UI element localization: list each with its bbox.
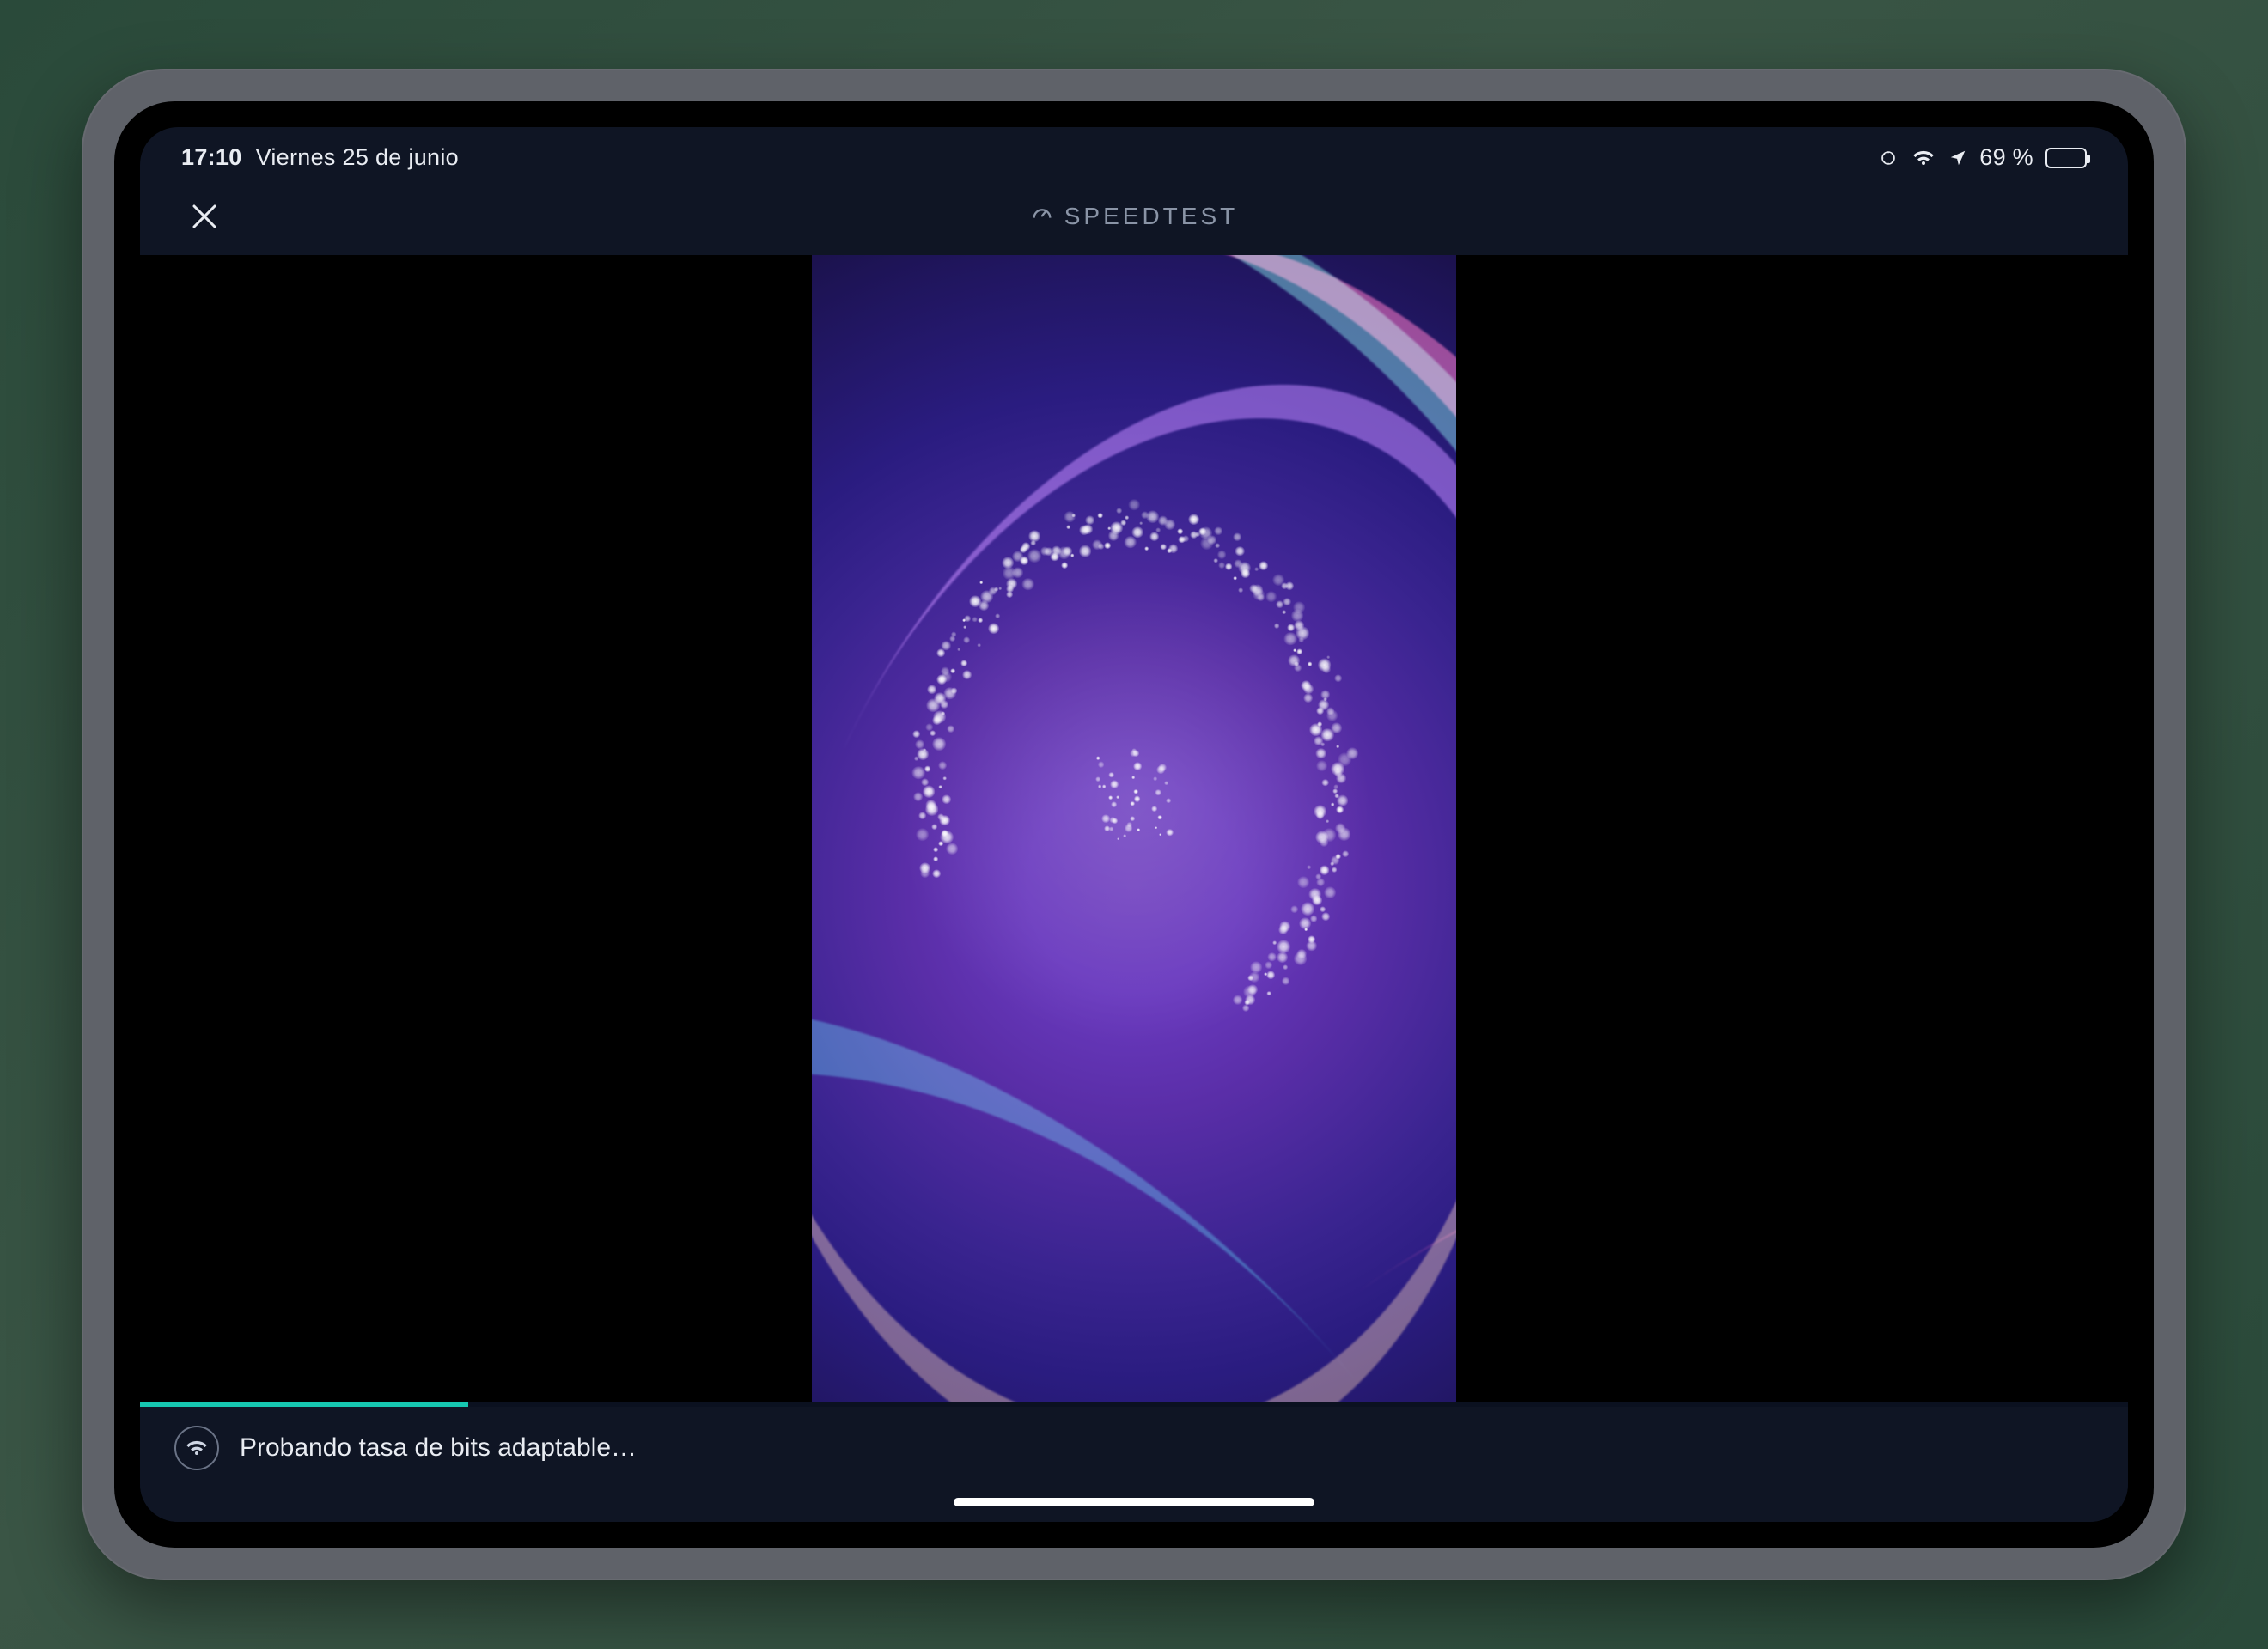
status-bar: 17:10 Viernes 25 de junio [140, 127, 2128, 178]
ipad-bezel: 17:10 Viernes 25 de junio [114, 101, 2154, 1548]
battery-percent-text: 69 % [1979, 144, 2033, 171]
progress-bar[interactable] [140, 1402, 2128, 1407]
dnd-icon [1878, 148, 1899, 168]
video-frame [812, 255, 1457, 1402]
close-button[interactable] [185, 197, 224, 236]
status-bar-right: 69 % [1878, 144, 2087, 171]
status-text: Probando tasa de bits adaptable… [240, 1433, 637, 1463]
video-test-area[interactable] [140, 255, 2128, 1402]
app-title-text: SPEEDTEST [1064, 203, 1238, 230]
app-header: SPEEDTEST [140, 178, 2128, 255]
status-time: 17:10 [181, 144, 242, 171]
wifi-badge-icon [174, 1426, 219, 1470]
app-title: SPEEDTEST [1030, 202, 1238, 232]
status-date: Viernes 25 de junio [256, 144, 459, 171]
home-indicator[interactable] [954, 1498, 1314, 1506]
gauge-icon [1030, 202, 1054, 232]
video-sparkles [908, 461, 1360, 1104]
location-icon [1948, 149, 1967, 167]
wifi-icon [1911, 148, 1936, 168]
status-bar-left: 17:10 Viernes 25 de junio [181, 144, 459, 171]
progress-fill [140, 1402, 468, 1407]
battery-icon [2045, 148, 2087, 168]
close-icon [187, 199, 222, 234]
app-screen: 17:10 Viernes 25 de junio [140, 127, 2128, 1522]
ipad-device-frame: 17:10 Viernes 25 de junio [82, 69, 2186, 1580]
